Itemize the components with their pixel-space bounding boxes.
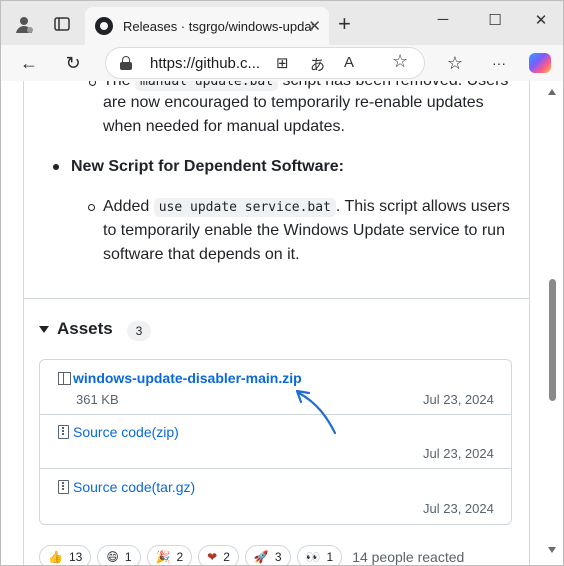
tab-releases[interactable]: Releases · tsgrgo/windows-update ✕ [85, 7, 329, 45]
caret-down-icon [39, 325, 49, 333]
annotation-arrow [295, 389, 337, 435]
reaction-eyes[interactable]: 👀 1 [296, 545, 343, 565]
scroll-up-icon[interactable] [548, 89, 556, 95]
reaction-rocket[interactable]: 🚀 3 [244, 545, 291, 565]
minimize-icon[interactable]: ─ [423, 11, 463, 28]
refresh-icon[interactable]: ↻ [59, 50, 87, 76]
reaction-thumbs-up[interactable]: 👍 13 [39, 545, 92, 565]
reactions-summary: 14 people reacted [352, 549, 465, 565]
release-note-line: software that depends on it. [103, 246, 300, 263]
address-bar[interactable]: https://github.c... ⊞ あ A ☆ [105, 47, 425, 79]
scrollbar[interactable] [545, 81, 559, 565]
inline-code: use update service.bat [153, 198, 336, 217]
new-tab-icon[interactable]: + [338, 11, 351, 37]
tab-actions-icon[interactable] [49, 11, 75, 37]
reaction-count: 2 [176, 550, 184, 564]
row-divider [40, 468, 511, 469]
asset-suffix[interactable]: (tar.gz) [152, 479, 196, 495]
navigation-bar: ← ↻ https://github.c... ⊞ あ A ☆ ☆ ··· [1, 45, 563, 81]
reaction-count: 3 [274, 550, 282, 564]
section-heading: New Script for Dependent Software: [71, 158, 344, 175]
assets-title: Assets [57, 319, 113, 338]
page-content: The manual update.bat script has been re… [1, 81, 563, 565]
release-note-line: when needed for manual updates. [103, 118, 345, 135]
asset-date: Jul 23, 2024 [423, 501, 494, 516]
tab-title: Releases · tsgrgo/windows-update [123, 18, 313, 34]
close-icon[interactable]: ✕ [308, 17, 321, 35]
eyes-icon: 👀 [305, 550, 321, 564]
maximize-icon[interactable]: ☐ [475, 11, 515, 29]
assets-list: windows-update-disabler-main.zip 361 KB … [39, 359, 512, 525]
reaction-hooray[interactable]: 🎉 2 [146, 545, 193, 565]
thumbs-up-icon: 👍 [48, 550, 63, 564]
source-zip-link[interactable]: Source code (zip) [58, 424, 179, 440]
file-zip-icon [58, 480, 69, 494]
assets-count-badge: 3 [127, 321, 151, 341]
row-divider [40, 414, 511, 415]
read-aloud-icon[interactable]: A [344, 54, 354, 71]
asset-name[interactable]: Source code [73, 424, 152, 440]
list-bullet [53, 164, 59, 170]
asset-name[interactable]: Source code [73, 479, 152, 495]
reaction-count: 1 [124, 550, 132, 564]
reaction-heart[interactable]: ❤ 2 [198, 545, 239, 565]
reactions-bar: 👍 13 😄 1 🎉 2 ❤ 2 🚀 3 👀 1 14 people reacted [39, 543, 465, 565]
back-icon[interactable]: ← [15, 50, 43, 76]
package-icon [58, 371, 71, 385]
more-icon[interactable]: ··· [485, 50, 513, 76]
source-targz-link[interactable]: Source code (tar.gz) [58, 479, 195, 495]
browser-window: Releases · tsgrgo/windows-update ✕ + ─ ☐… [0, 0, 564, 566]
lock-icon[interactable] [120, 56, 132, 70]
reaction-count: 2 [223, 550, 230, 564]
asset-name[interactable]: windows-update-disabler-main.zip [73, 370, 302, 386]
inline-code: manual update.bat [135, 81, 279, 91]
assets-toggle[interactable]: Assets [39, 319, 113, 339]
divider [24, 298, 529, 299]
release-note-line: Added use update service.bat. This scrip… [103, 195, 510, 220]
scrollbar-thumb[interactable] [549, 279, 556, 401]
release-note-line: are now encouraged to temporarily re-ena… [103, 94, 484, 111]
asset-suffix[interactable]: (zip) [152, 424, 179, 440]
hooray-icon: 🎉 [155, 550, 171, 564]
note-text: script has been removed. Users [278, 81, 509, 89]
asset-zip-link[interactable]: windows-update-disabler-main.zip [58, 370, 302, 386]
asset-date: Jul 23, 2024 [423, 392, 494, 407]
release-note-line: to temporarily enable the Windows Update… [103, 222, 505, 239]
reaction-laugh[interactable]: 😄 1 [97, 545, 141, 565]
reaction-count: 1 [326, 550, 334, 564]
favorites-icon[interactable]: ☆ [441, 50, 469, 76]
scroll-down-icon[interactable] [548, 547, 556, 553]
asset-size: 361 KB [76, 392, 119, 407]
heart-icon: ❤ [207, 550, 218, 564]
url-text[interactable]: https://github.c... [150, 55, 260, 72]
split-screen-icon[interactable]: ⊞ [276, 54, 289, 72]
copilot-icon[interactable] [529, 53, 551, 73]
translate-icon[interactable]: あ [310, 54, 325, 75]
note-text: The [103, 81, 135, 89]
asset-date: Jul 23, 2024 [423, 446, 494, 461]
tab-strip: Releases · tsgrgo/windows-update ✕ + ─ ☐… [1, 1, 563, 45]
note-text: Added [103, 198, 154, 215]
note-text: . This script allows users [335, 198, 510, 215]
rocket-icon: 🚀 [253, 550, 269, 564]
laugh-icon: 😄 [106, 550, 119, 564]
file-zip-icon [58, 425, 69, 439]
close-window-icon[interactable]: ✕ [521, 11, 561, 29]
list-bullet [88, 204, 95, 211]
favorite-icon[interactable]: ☆ [392, 51, 408, 72]
github-icon [95, 17, 113, 35]
profile-icon[interactable] [11, 11, 37, 37]
reaction-count: 13 [68, 550, 83, 564]
